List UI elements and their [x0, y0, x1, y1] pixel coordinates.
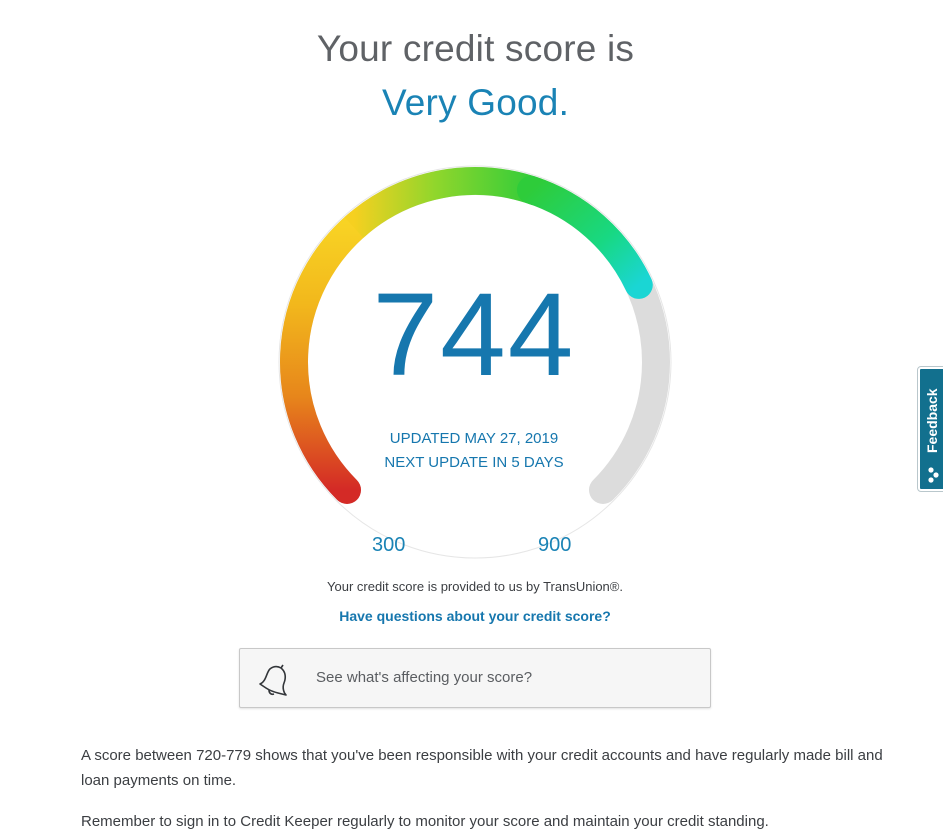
- bell-icon: [259, 664, 287, 696]
- feedback-label: Feedback: [924, 388, 940, 453]
- next-update: NEXT UPDATE IN 5 DAYS: [384, 454, 564, 471]
- sign-in-reminder: Remember to sign in to Credit Keeper reg…: [81, 813, 769, 830]
- credit-score-questions-link[interactable]: Have questions about your credit score?: [0, 608, 943, 624]
- gauge-min-label: 300: [372, 534, 406, 556]
- provider-note: Your credit score is provided to us by T…: [327, 579, 623, 594]
- gauge-progress-mid: [344, 167, 542, 239]
- score-explanation: A score between 720-779 shows that you'v…: [81, 747, 883, 789]
- affecting-score-label: See what's affecting your score?: [316, 669, 533, 686]
- credit-score-page: Your credit score is Very Good. 744 UPDA…: [0, 0, 943, 840]
- updated-date: UPDATED MAY 27, 2019: [389, 430, 559, 447]
- feedback-tab[interactable]: Feedback: [917, 366, 943, 492]
- credit-score-value: 744: [372, 269, 576, 401]
- feedback-dots-icon: [928, 467, 939, 483]
- gauge-max-label: 900: [538, 534, 572, 556]
- affecting-score-button[interactable]: See what's affecting your score?: [239, 648, 711, 708]
